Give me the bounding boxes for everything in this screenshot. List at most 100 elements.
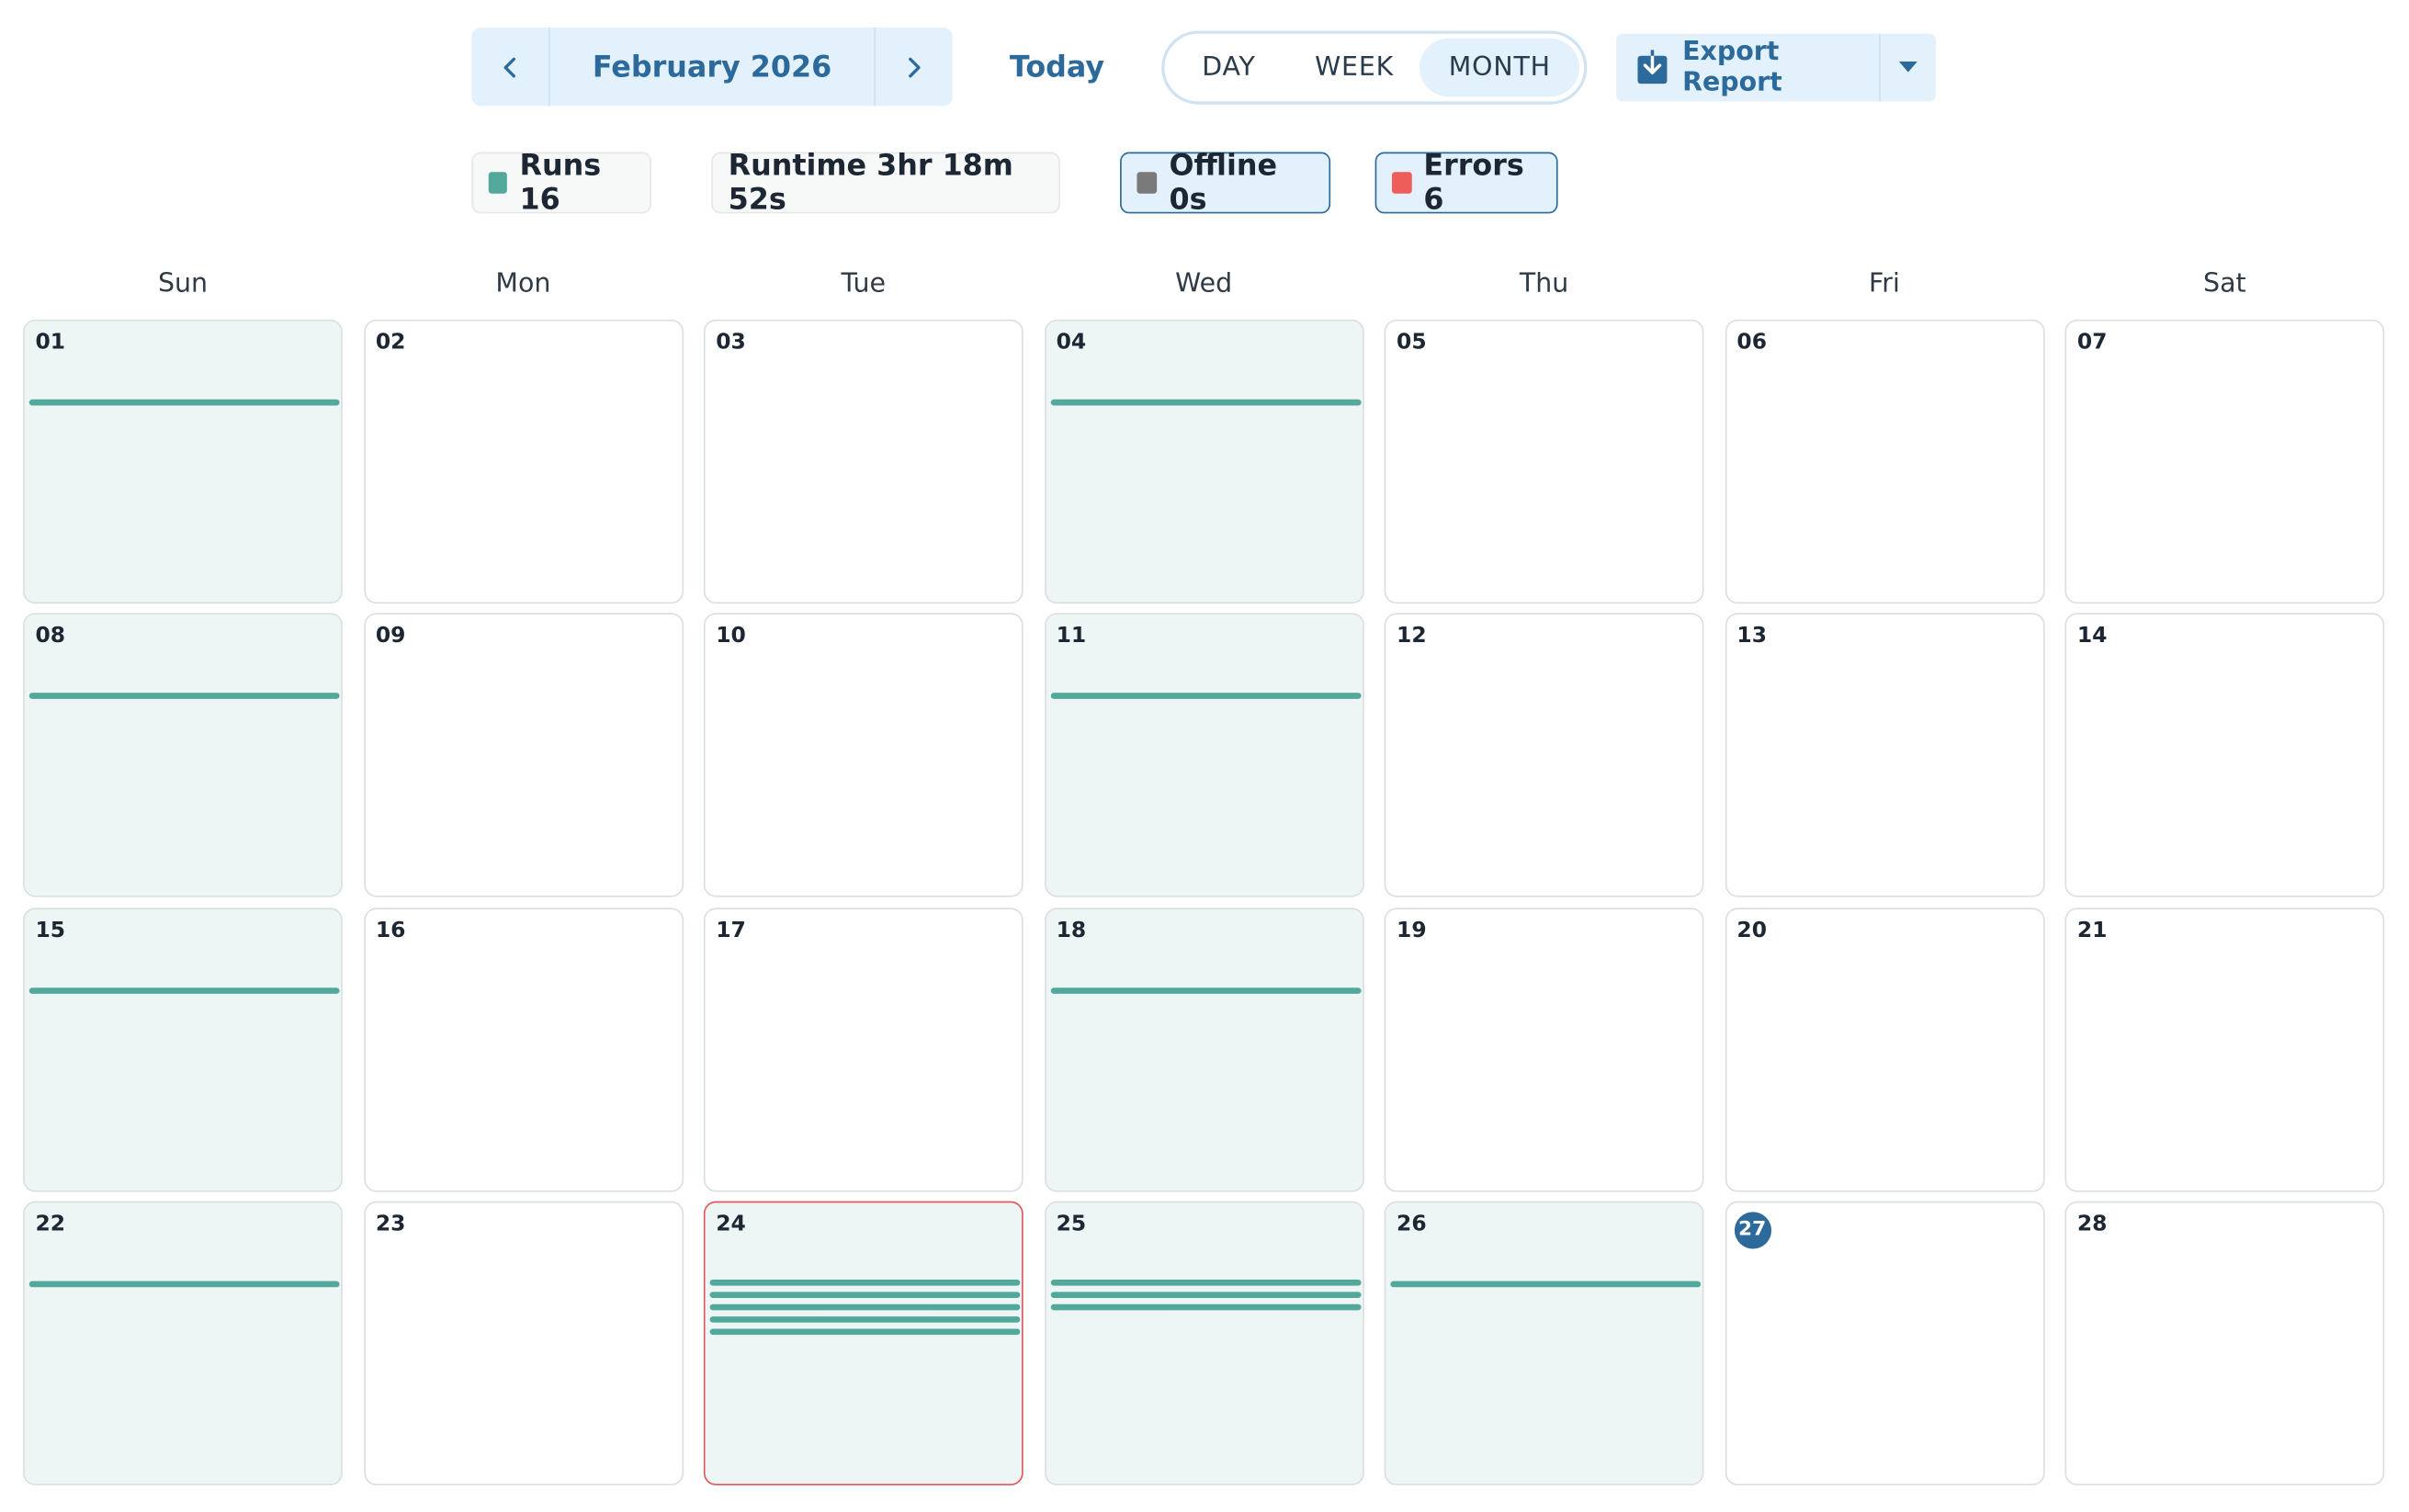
day-number: 15 bbox=[35, 918, 66, 943]
run-bar[interactable] bbox=[28, 1281, 340, 1288]
run-bar[interactable] bbox=[709, 1303, 1021, 1311]
day-cell-16[interactable]: 16 bbox=[363, 907, 684, 1191]
export-report-group: Export Report bbox=[1616, 33, 1936, 102]
today-date-badge: 27 bbox=[1734, 1212, 1771, 1249]
runtime-stat-chip: Runtime 3hr 18m 52s bbox=[711, 149, 1060, 217]
day-number: 17 bbox=[716, 918, 746, 943]
run-bar[interactable] bbox=[709, 1315, 1021, 1323]
day-cell-28[interactable]: 28 bbox=[2064, 1201, 2385, 1485]
view-month-button[interactable]: MONTH bbox=[1419, 38, 1579, 97]
day-cell-15[interactable]: 15 bbox=[23, 907, 343, 1191]
offline-stat-chip[interactable]: Offline 0s bbox=[1120, 149, 1331, 217]
runs-legend-swatch bbox=[488, 172, 508, 194]
day-cell-06[interactable]: 06 bbox=[1725, 319, 2044, 604]
day-cell-09[interactable]: 09 bbox=[363, 613, 684, 898]
run-bar[interactable] bbox=[28, 987, 340, 994]
runs-stat-chip[interactable]: Runs 16 bbox=[471, 149, 652, 217]
run-bar[interactable] bbox=[1049, 399, 1361, 406]
view-week-button[interactable]: WEEK bbox=[1288, 39, 1419, 97]
day-number: 23 bbox=[375, 1212, 406, 1236]
weekday-label: Sun bbox=[157, 268, 209, 300]
day-number: 13 bbox=[1736, 624, 1768, 649]
runtime-stat-text: Runtime 3hr 18m 52s bbox=[728, 149, 1013, 217]
day-cell-01[interactable]: 01 bbox=[23, 319, 343, 604]
day-cell-05[interactable]: 05 bbox=[1384, 319, 1704, 604]
run-bar[interactable] bbox=[709, 1279, 1021, 1286]
view-day-button[interactable]: DAY bbox=[1170, 39, 1289, 97]
day-cell-13[interactable]: 13 bbox=[1725, 613, 2044, 898]
run-bar[interactable] bbox=[1049, 1303, 1361, 1311]
run-bar[interactable] bbox=[1390, 1281, 1702, 1288]
day-cell-08[interactable]: 08 bbox=[23, 613, 343, 898]
day-number: 21 bbox=[2076, 918, 2108, 943]
day-cell-27[interactable]: 27 bbox=[1725, 1201, 2044, 1485]
day-number: 18 bbox=[1056, 918, 1087, 943]
day-number: 11 bbox=[1056, 624, 1087, 649]
day-cell-04[interactable]: 04 bbox=[1044, 319, 1364, 604]
weekday-label: Fri bbox=[1868, 268, 1900, 300]
errors-legend-swatch bbox=[1392, 172, 1411, 194]
day-cell-22[interactable]: 22 bbox=[23, 1201, 343, 1485]
day-cell-20[interactable]: 20 bbox=[1725, 907, 2044, 1191]
day-cell-26[interactable]: 26 bbox=[1384, 1201, 1704, 1485]
run-bar[interactable] bbox=[1049, 987, 1361, 994]
day-cell-18[interactable]: 18 bbox=[1044, 907, 1364, 1191]
weekday-label: Wed bbox=[1175, 268, 1233, 300]
weekday-label: Thu bbox=[1519, 268, 1569, 300]
day-number: 09 bbox=[375, 624, 406, 649]
day-cell-21[interactable]: 21 bbox=[2064, 907, 2385, 1191]
day-number: 08 bbox=[35, 624, 66, 649]
day-cell-19[interactable]: 19 bbox=[1384, 907, 1704, 1191]
chevron-right-icon bbox=[909, 56, 921, 77]
run-bar[interactable] bbox=[709, 1328, 1021, 1335]
day-number: 16 bbox=[375, 918, 406, 943]
day-cell-23[interactable]: 23 bbox=[363, 1201, 684, 1485]
day-cell-14[interactable]: 14 bbox=[2064, 613, 2385, 898]
day-number: 02 bbox=[375, 330, 406, 355]
run-bar[interactable] bbox=[28, 399, 340, 406]
day-number: 26 bbox=[1397, 1212, 1427, 1236]
next-month-button[interactable] bbox=[876, 28, 953, 106]
day-number: 20 bbox=[1736, 918, 1768, 943]
errors-stat-text: Errors 6 bbox=[1423, 149, 1524, 217]
day-number: 12 bbox=[1397, 624, 1427, 649]
run-bar[interactable] bbox=[1049, 1279, 1361, 1286]
run-bar[interactable] bbox=[28, 693, 340, 700]
download-icon bbox=[1637, 50, 1668, 85]
day-cell-07[interactable]: 07 bbox=[2064, 319, 2385, 604]
run-bar[interactable] bbox=[709, 1292, 1021, 1298]
errors-stat-chip[interactable]: Errors 6 bbox=[1374, 149, 1558, 217]
weekday-label: Tue bbox=[841, 268, 887, 300]
current-month-label[interactable]: February 2026 bbox=[548, 28, 877, 107]
run-bar[interactable] bbox=[1049, 693, 1361, 700]
export-report-label: Export Report bbox=[1682, 37, 1782, 99]
day-cell-24[interactable]: 24 bbox=[703, 1201, 1024, 1485]
day-number: 10 bbox=[716, 624, 746, 649]
day-cell-10[interactable]: 10 bbox=[703, 613, 1024, 898]
previous-month-button[interactable] bbox=[471, 28, 549, 106]
day-cell-11[interactable]: 11 bbox=[1044, 613, 1364, 898]
day-cell-17[interactable]: 17 bbox=[703, 907, 1024, 1191]
day-number: 03 bbox=[716, 330, 746, 355]
export-options-dropdown[interactable] bbox=[1881, 34, 1936, 102]
day-cell-12[interactable]: 12 bbox=[1384, 613, 1704, 898]
view-switcher: DAY WEEK MONTH bbox=[1161, 30, 1588, 105]
chevron-left-icon bbox=[503, 56, 516, 77]
calendar-toolbar: February 2026 Today DAY WEEK MONTH Expor… bbox=[0, 0, 2409, 138]
day-cell-03[interactable]: 03 bbox=[703, 319, 1024, 604]
day-number: 25 bbox=[1056, 1212, 1087, 1236]
day-number: 14 bbox=[2076, 624, 2108, 649]
day-number: 19 bbox=[1397, 918, 1427, 943]
offline-legend-swatch bbox=[1137, 172, 1158, 194]
day-cell-02[interactable]: 02 bbox=[363, 319, 684, 604]
offline-stat-text: Offline 0s bbox=[1169, 149, 1278, 217]
day-cell-25[interactable]: 25 bbox=[1044, 1201, 1364, 1485]
weekday-label: Mon bbox=[495, 268, 551, 300]
today-button[interactable]: Today bbox=[996, 28, 1119, 106]
runs-stat-text: Runs 16 bbox=[519, 149, 602, 217]
caret-down-icon bbox=[1898, 61, 1917, 73]
day-number: 01 bbox=[35, 330, 66, 355]
day-number: 07 bbox=[2076, 330, 2108, 355]
export-report-button[interactable]: Export Report bbox=[1616, 33, 1881, 102]
run-bar[interactable] bbox=[1049, 1292, 1361, 1298]
